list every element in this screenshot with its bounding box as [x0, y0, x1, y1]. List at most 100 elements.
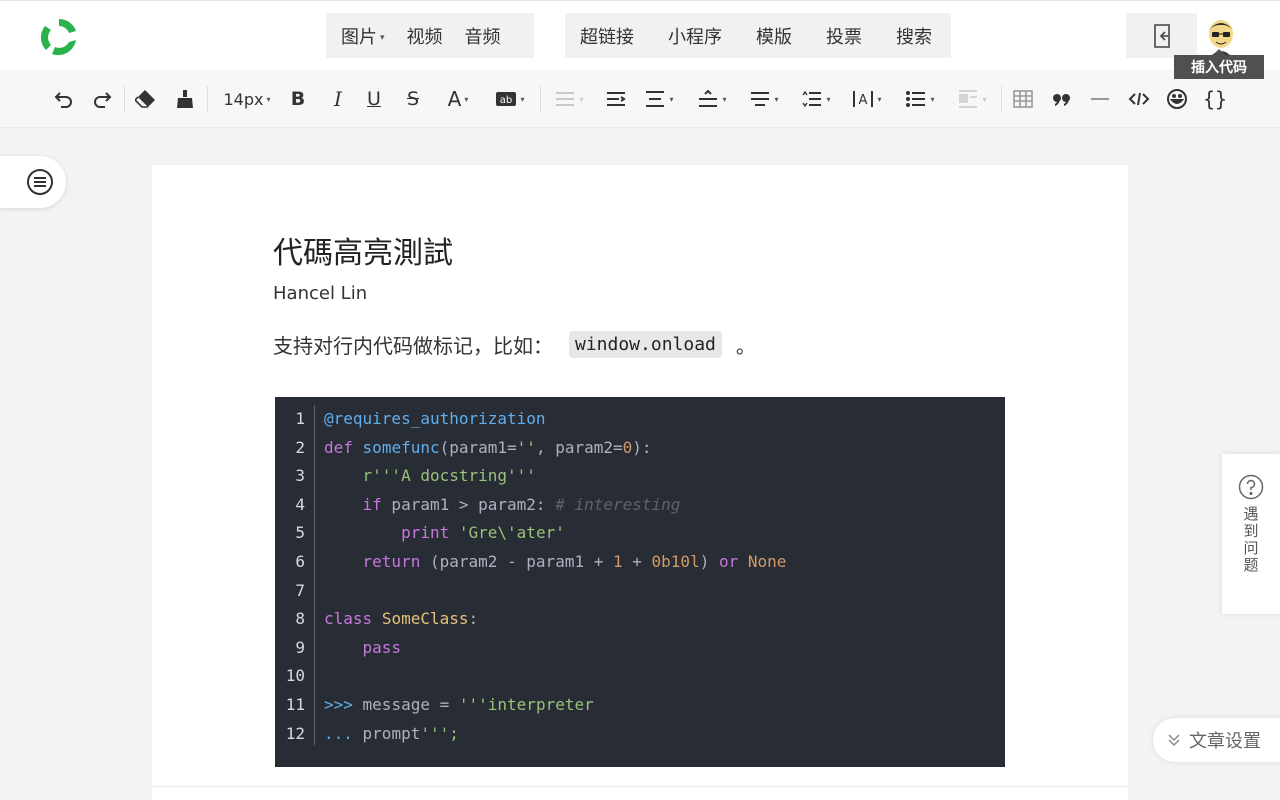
- menu-mini-program[interactable]: 小程序: [668, 23, 722, 49]
- caret-down-icon: ▾: [669, 94, 674, 104]
- caret-down-icon: ▾: [877, 94, 882, 104]
- line-number: 11: [285, 694, 305, 714]
- toolbar-divider: [207, 86, 208, 112]
- vertical-align-button[interactable]: ▾: [694, 87, 730, 111]
- italic-icon: I: [334, 87, 342, 111]
- menu-vote[interactable]: 投票: [826, 23, 862, 49]
- background-color-button[interactable]: ab ▾: [492, 87, 528, 111]
- list-button[interactable]: ▾: [902, 87, 938, 111]
- line-height-button[interactable]: ▾: [746, 87, 782, 111]
- menu-audio[interactable]: 音频: [465, 23, 501, 49]
- settings-label: 文章设置: [1189, 731, 1261, 752]
- line-number: 6: [295, 551, 305, 571]
- float-icon: [959, 90, 978, 108]
- table-button[interactable]: [1012, 87, 1034, 111]
- paragraph-spacing-button[interactable]: ▾: [798, 87, 834, 111]
- menu-template[interactable]: 模版: [756, 23, 792, 49]
- toolbar-divider: [124, 86, 125, 112]
- float-select-disabled: ▾: [954, 87, 990, 111]
- paragraph-text: 支持对行内代码做标记，比如：: [273, 334, 553, 358]
- code-icon: [1128, 92, 1150, 106]
- line-number: 1: [295, 409, 305, 428]
- indent-button[interactable]: [604, 87, 628, 111]
- article-settings-button[interactable]: 文章设置: [1153, 718, 1280, 762]
- format-toolbar: 14px ▾ B I U S A ▾ ab ▾ ▾ ▾ ▾ ▾ ▾ A ▾ ▾ ▾: [0, 70, 1280, 128]
- line-number: 7: [295, 580, 305, 600]
- code-line: >>> message = '''interpreter: [324, 694, 594, 714]
- letter-spacing-button[interactable]: A ▾: [848, 87, 886, 111]
- line-number: 5: [295, 523, 305, 543]
- font-color-button[interactable]: A ▾: [440, 87, 476, 111]
- menu-image[interactable]: 图片 ▾: [341, 23, 385, 49]
- line-number: 3: [295, 466, 305, 486]
- underline-button[interactable]: U: [363, 87, 385, 111]
- paragraph-spacing-icon: [802, 90, 822, 108]
- line-number: 10: [285, 666, 305, 686]
- page-divider: [152, 786, 1128, 787]
- caret-down-icon: ▾: [380, 32, 385, 43]
- code-line: if param1 > param2: # interesting: [362, 494, 681, 514]
- undo-icon: [54, 92, 72, 108]
- content-insert-group: 超链接 小程序 模版 投票 搜索: [565, 13, 951, 58]
- article-author[interactable]: Hancel Lin: [273, 283, 367, 304]
- code-lines: @requires_authorization def somefunc(para…: [324, 405, 995, 748]
- insert-code-button[interactable]: {}: [1203, 87, 1227, 111]
- logo-icon[interactable]: [38, 16, 80, 58]
- paragraph-suffix: 。: [735, 334, 756, 358]
- code-line: print 'Gre\'ater': [401, 523, 565, 543]
- font-size-select[interactable]: 14px ▾: [222, 87, 272, 111]
- exit-icon: [1153, 23, 1170, 48]
- exit-button[interactable]: [1126, 13, 1197, 58]
- italic-button[interactable]: I: [327, 87, 349, 111]
- font-size-value: 14px: [223, 89, 264, 109]
- toolbar-divider: [540, 86, 541, 112]
- article-title[interactable]: 代碼高亮測試: [273, 228, 453, 272]
- bold-button[interactable]: B: [287, 87, 309, 111]
- gutter-border: [314, 405, 315, 745]
- undo-button[interactable]: [52, 87, 76, 111]
- align-center-button[interactable]: ▾: [641, 87, 677, 111]
- brush-icon: [177, 90, 193, 108]
- code-line: pass: [362, 637, 402, 657]
- braces-icon: {}: [1202, 87, 1228, 111]
- svg-text:ab: ab: [500, 95, 512, 106]
- help-panel[interactable]: 遇到问题: [1222, 454, 1280, 614]
- divider-button[interactable]: [1089, 87, 1111, 111]
- outline-toggle-button[interactable]: [0, 156, 66, 208]
- format-painter-button[interactable]: [173, 87, 197, 111]
- double-chevron-down-icon: [1168, 734, 1180, 747]
- line-number-gutter: 1 2 3 4 5 6 7 8 9 10 11 12: [275, 405, 313, 748]
- caret-down-icon: ▾: [722, 94, 727, 104]
- emoji-button[interactable]: [1165, 87, 1189, 111]
- line-number: 8: [295, 609, 305, 629]
- caret-down-icon: ▾: [774, 94, 779, 104]
- redo-button[interactable]: [90, 87, 114, 111]
- clear-format-button[interactable]: [134, 87, 158, 111]
- bold-icon: B: [290, 88, 306, 110]
- align-left-icon: [556, 92, 575, 106]
- strikethrough-button[interactable]: S: [402, 87, 424, 111]
- letter-spacing-icon: A: [853, 91, 874, 108]
- emoji-icon: [1167, 89, 1187, 109]
- menu-search[interactable]: 搜索: [896, 23, 932, 49]
- line-height-icon: [751, 92, 770, 106]
- menu-hyperlink[interactable]: 超链接: [580, 23, 634, 49]
- outline-list-icon: [27, 169, 53, 195]
- table-icon: [1013, 90, 1033, 108]
- caret-down-icon: ▾: [520, 94, 525, 104]
- line-number: 12: [285, 723, 305, 743]
- help-label: 遇到问题: [1241, 506, 1260, 574]
- menu-video[interactable]: 视频: [407, 23, 443, 49]
- code-block[interactable]: 1 2 3 4 5 6 7 8 9 10 11 12 @requires_aut…: [275, 397, 1005, 767]
- html-code-button[interactable]: [1127, 87, 1151, 111]
- underline-icon: U: [367, 88, 381, 110]
- eraser-icon: [135, 90, 155, 108]
- vertical-align-icon: [699, 89, 718, 107]
- article-paragraph[interactable]: 支持对行内代码做标记，比如： window.onload 。: [273, 330, 756, 359]
- blockquote-button[interactable]: [1051, 87, 1073, 111]
- toolbar-divider: [1001, 86, 1002, 112]
- top-bar: 图片 ▾ 视频 音频 超链接 小程序 模版 投票 搜索: [0, 0, 1280, 70]
- caret-down-icon: ▾: [826, 94, 831, 104]
- inline-code: window.onload: [569, 331, 722, 358]
